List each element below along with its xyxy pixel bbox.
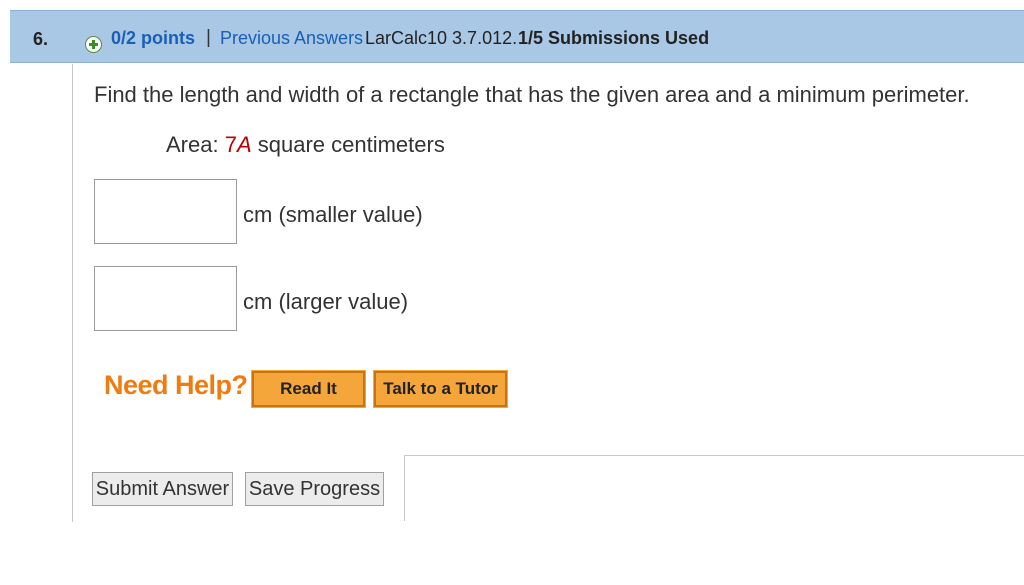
expand-plus-icon[interactable] (85, 36, 102, 53)
need-help-label: Need Help? (104, 370, 248, 400)
answer-input-smaller[interactable] (94, 179, 237, 244)
read-it-button[interactable]: Read It (251, 370, 366, 408)
submissions-used: 1/5 Submissions Used (518, 28, 710, 48)
course-reference: LarCalc10 3.7.012. (365, 28, 518, 48)
area-statement: Area: 7A square centimeters (166, 132, 445, 158)
question-number: 6. (33, 29, 49, 49)
question-text: Find the length and width of a rectangle… (94, 82, 970, 107)
frame-border-left (404, 455, 405, 521)
panel-left-border (72, 64, 73, 522)
header-separator: | (206, 27, 211, 48)
area-unit: square centimeters (251, 132, 445, 157)
talk-to-tutor-button[interactable]: Talk to a Tutor (373, 370, 508, 408)
submit-answer-button[interactable]: Submit Answer (92, 472, 233, 506)
unit-label-larger: cm (larger value) (243, 289, 409, 314)
frame-border-top (404, 455, 1024, 456)
save-progress-button[interactable]: Save Progress (245, 472, 384, 506)
previous-answers-link[interactable]: Previous Answers (220, 28, 363, 49)
answer-input-larger[interactable] (94, 266, 237, 331)
question-header: 6. 0/2 points | Previous Answers LarCalc… (10, 10, 1024, 63)
area-value: 7A (224, 132, 252, 157)
points-score: 0/2 points (111, 28, 196, 48)
area-label: Area: (166, 132, 225, 157)
unit-label-smaller: cm (smaller value) (243, 202, 423, 227)
